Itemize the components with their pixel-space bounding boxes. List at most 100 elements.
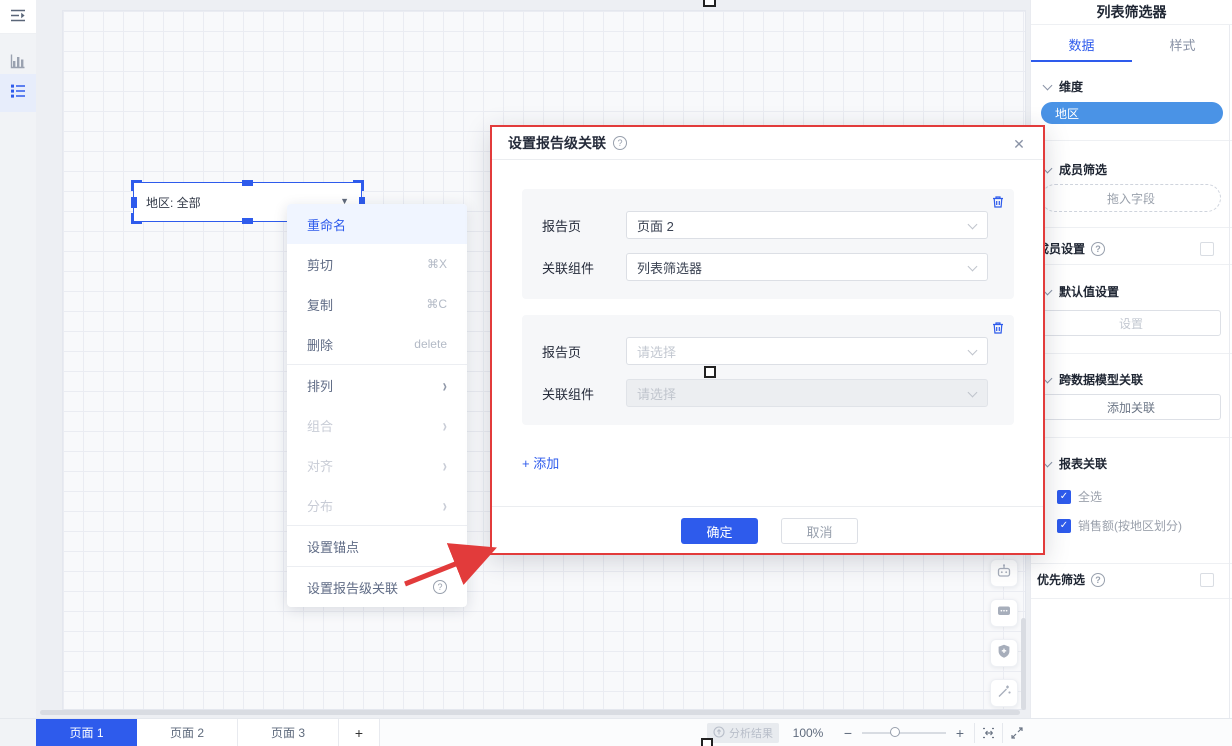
fullscreen-button[interactable] [1008,724,1026,742]
help-icon[interactable]: ? [1091,573,1105,587]
dimension-field-label: 地区 [1055,105,1079,122]
section-label: 报表关联 [1059,455,1107,472]
report-link-option-sales[interactable]: 销售额(按地区划分) [1057,517,1182,534]
shield-add-button[interactable] [990,639,1018,667]
menu-item-set-anchor[interactable]: 设置锚点 [287,526,467,566]
cursor-artifact [701,738,713,746]
menu-item-label: 设置报告级关联 [307,578,398,597]
select-placeholder: 请选择 [637,342,676,361]
menu-item-arrange[interactable]: 排列 › [287,365,467,405]
magic-wand-button[interactable] [990,679,1018,707]
page-tab-1-active[interactable]: 页面 1 [36,719,137,746]
horizontal-scrollbar[interactable] [40,710,1020,715]
filter-list-button-active[interactable] [0,74,36,112]
menu-item-cut[interactable]: 剪切 ⌘X [287,244,467,284]
button-label: 设置 [1119,315,1143,332]
zoom-slider-knob[interactable] [890,727,900,737]
section-default-value[interactable]: 默认值设置 [1044,283,1119,300]
section-dimension[interactable]: 维度 [1044,78,1083,95]
analysis-result-button[interactable]: 分析结果 [707,723,779,743]
row-member-setting: 成员设置 ? [1037,240,1227,257]
menu-item-distribute: 分布 › [287,485,467,525]
cancel-button[interactable]: 取消 [781,518,858,544]
section-member-filter[interactable]: 成员筛选 [1044,161,1107,178]
bottom-bar: 页面 1 页面 2 页面 3 + 分析结果 100% − + [0,718,1232,746]
ai-assistant-button[interactable] [990,559,1018,587]
trash-icon[interactable] [990,194,1006,210]
menu-item-label: 分布 [307,496,333,515]
menu-item-copy[interactable]: 复制 ⌘C [287,284,467,324]
form-row-report-page: 报告页 请选择 [542,337,988,365]
menu-item-label: 设置锚点 [307,537,359,556]
robot-icon [996,563,1012,584]
form-row-component: 关联组件 请选择 [542,379,988,407]
field-label: 报告页 [542,342,626,361]
menu-item-label: 复制 [307,295,333,314]
priority-filter-checkbox[interactable] [1200,573,1214,587]
list-arrow-icon [9,6,27,29]
zoom-out-button[interactable]: − [840,723,856,743]
add-association-link[interactable]: + 添加 [522,453,559,472]
priority-filter-label: 优先筛选 [1037,571,1085,588]
left-sidebar [0,0,36,718]
tab-data[interactable]: 数据 [1031,26,1132,62]
menu-shortcut: delete [414,337,447,351]
component-select-disabled: 请选择 [626,379,988,407]
zoom-slider-track[interactable] [862,732,946,734]
menu-shortcut: ⌘X [427,257,447,271]
chevron-down-icon [968,262,978,272]
section-report-link[interactable]: 报表关联 [1044,455,1107,472]
add-association-button[interactable]: 添加关联 [1041,394,1221,420]
panel-separator [1031,227,1232,228]
section-label: 成员筛选 [1059,161,1107,178]
menu-item-align: 对齐 › [287,445,467,485]
vertical-scrollbar[interactable] [1021,618,1026,710]
help-icon[interactable]: ? [613,136,627,150]
comment-icon [996,603,1012,624]
chevron-down-icon [1043,80,1053,90]
member-setting-checkbox[interactable] [1200,242,1214,256]
menu-item-label: 删除 [307,335,333,354]
help-icon[interactable]: ? [1091,242,1105,256]
default-value-set-button[interactable]: 设置 [1041,310,1221,336]
help-icon[interactable]: ? [433,580,447,594]
section-label: 跨数据模型关联 [1059,371,1143,388]
page-tab-3[interactable]: 页面 3 [238,719,339,746]
menu-item-rename[interactable]: 重命名 [287,204,467,244]
field-label: 关联组件 [542,258,626,277]
report-link-option-all[interactable]: 全选 [1057,488,1102,505]
divider [1002,723,1003,743]
component-select[interactable]: 列表筛选器 [626,253,988,281]
bottom-bar-corner [0,719,36,746]
modal-header: 设置报告级关联 ? [492,127,1043,160]
dimension-field-pill[interactable]: 地区 [1041,102,1223,124]
zoom-level: 100% [786,723,830,743]
field-label: 关联组件 [542,384,626,403]
fit-width-button[interactable] [980,724,998,742]
panel-scroll-track [1229,25,1230,746]
ok-button[interactable]: 确定 [681,518,758,544]
cursor-artifact [703,0,716,7]
report-link-modal: 设置报告级关联 ? ✕ 报告页 页面 2 关联组件 列表筛选器 [490,125,1045,555]
tab-style[interactable]: 样式 [1132,26,1232,62]
close-icon[interactable]: ✕ [1009,134,1029,154]
report-page-select-empty[interactable]: 请选择 [626,337,988,365]
menu-item-report-link[interactable]: 设置报告级关联 ? [287,567,467,607]
checkbox-checked[interactable] [1057,519,1071,533]
add-page-button[interactable]: + [339,719,380,746]
section-cross-model[interactable]: 跨数据模型关联 [1044,371,1143,388]
report-page-select[interactable]: 页面 2 [626,211,988,239]
panel-separator [1031,140,1232,141]
page-tab-2[interactable]: 页面 2 [137,719,238,746]
menu-item-delete[interactable]: 删除 delete [287,324,467,364]
menu-item-label: 对齐 [307,456,333,475]
list-filter-icon [9,82,27,105]
component-list-button[interactable] [0,0,36,34]
comment-button[interactable] [990,599,1018,627]
shield-plus-icon [996,643,1012,664]
trash-icon[interactable] [990,320,1006,336]
drag-field-dropzone[interactable]: 拖入字段 [1041,184,1221,212]
zoom-in-button[interactable]: + [952,723,968,743]
form-row-component: 关联组件 列表筛选器 [542,253,988,281]
checkbox-checked[interactable] [1057,490,1071,504]
